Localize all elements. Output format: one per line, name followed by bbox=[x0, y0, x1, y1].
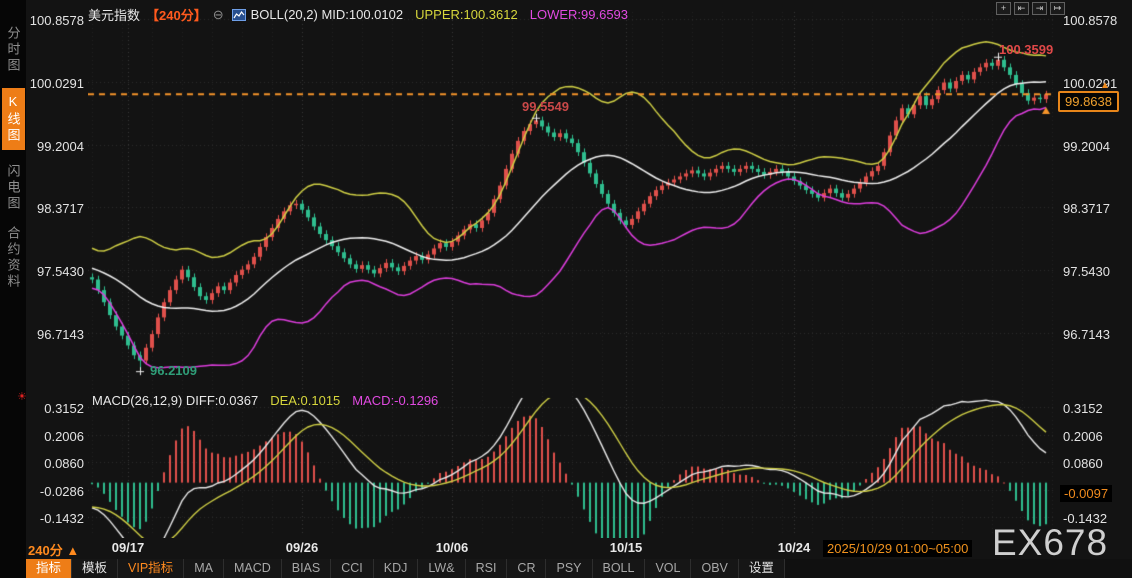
toolbar-item-OBV[interactable]: OBV bbox=[691, 559, 739, 578]
annotation-period-high: 100.3599 bbox=[999, 42, 1054, 57]
period-indicator[interactable]: 240分 ▲ bbox=[28, 540, 79, 559]
trading-chart-app: 分时图 K线图闪电图合约资料 美元指数 【240分】 ⊖ BOLL(20,2) M… bbox=[0, 0, 1132, 578]
line-chart-icon[interactable] bbox=[231, 8, 246, 21]
xaxis-date-label: 10/06 bbox=[435, 540, 469, 555]
last-price-box: 99.8638 bbox=[1058, 91, 1119, 112]
price-axis-label-right: 97.5430 bbox=[1063, 264, 1110, 280]
period-selector[interactable]: 【240分】 bbox=[146, 5, 207, 24]
toolbar-item-VOL[interactable]: VOL bbox=[645, 559, 692, 578]
macd-value-label: MACD:-0.1296 bbox=[352, 393, 439, 408]
pan-right-icon[interactable]: ↦ bbox=[1050, 2, 1065, 15]
sidebar-tab-1[interactable]: 分时图 bbox=[4, 26, 23, 74]
toolbar-item-MACD[interactable]: MACD bbox=[223, 559, 282, 578]
macd-current-box: -0.0097 bbox=[1060, 485, 1113, 502]
xaxis-date-label: 10/24 bbox=[777, 540, 811, 555]
price-axis-label-left: 100.0291 bbox=[29, 75, 84, 91]
indicator-settings-icon[interactable]: ☀ bbox=[17, 390, 27, 403]
price-axis-label-left: 97.5430 bbox=[37, 264, 84, 280]
annotation-period-low: 96.2109 bbox=[150, 363, 197, 378]
symbol-title: 美元指数 bbox=[88, 8, 141, 23]
boll-mid-label: BOLL(20,2) MID:100.0102 bbox=[250, 7, 404, 22]
price-up-arrow-icon: ▲ bbox=[1100, 80, 1110, 91]
macd-axis-label-left: -0.1432 bbox=[39, 511, 84, 526]
price-axis-label-right: 99.2004 bbox=[1063, 138, 1110, 154]
macd-axis-label-right: 0.2006 bbox=[1063, 428, 1103, 444]
scale-right-icon[interactable]: ⇥ bbox=[1032, 2, 1047, 15]
macd-axis-label-left: -0.0286 bbox=[39, 483, 84, 499]
toolbar-item-PSY[interactable]: PSY bbox=[546, 559, 593, 578]
macd-params-label: MACD(26,12,9) DIFF:0.0367 bbox=[92, 393, 259, 408]
scale-left-icon[interactable]: ⇤ bbox=[1014, 2, 1029, 15]
toolbar-item-xx[interactable]: 指标 bbox=[26, 559, 73, 578]
candlestick-chart-canvas[interactable] bbox=[88, 10, 1058, 538]
price-axis-label-right: 100.8578 bbox=[1063, 13, 1118, 28]
watermark: EX678 bbox=[992, 522, 1109, 563]
sidebar-tab-2[interactable]: K线图 bbox=[1, 88, 25, 150]
macd-axis-label-right: 0.0860 bbox=[1063, 456, 1103, 471]
macd-header: MACD(26,12,9) DIFF:0.0367 DEA:0.1015 MAC… bbox=[92, 393, 438, 408]
sidebar-tab-3[interactable]: 闪电图 bbox=[4, 164, 23, 212]
price-axis-label-right: 98.3717 bbox=[1063, 201, 1110, 217]
boll-lower-label: LOWER:99.6593 bbox=[529, 7, 629, 22]
toolbar-item-BOLL[interactable]: BOLL bbox=[592, 559, 646, 578]
xaxis-date-label: 10/15 bbox=[609, 540, 643, 555]
toolbar-item-BIAS[interactable]: BIAS bbox=[281, 559, 332, 578]
period-text: 240分 bbox=[28, 543, 63, 558]
annotation-swing-high: 99.5549 bbox=[522, 99, 569, 114]
macd-axis-label-left: 0.2006 bbox=[44, 428, 84, 444]
macd-axis-label-right: 0.3152 bbox=[1063, 401, 1103, 416]
left-tab-sidebar: 分时图 K线图闪电图合约资料 bbox=[0, 0, 26, 578]
chart-header: 美元指数 【240分】 ⊖ BOLL(20,2) MID:100.0102 UP… bbox=[88, 5, 628, 24]
crosshair-icon[interactable]: + bbox=[996, 2, 1011, 15]
macd-axis-label-left: 0.0860 bbox=[44, 456, 84, 471]
price-axis-label-left: 100.8578 bbox=[29, 13, 84, 28]
price-axis-label-right: 96.7143 bbox=[1063, 327, 1110, 342]
collapse-icon[interactable]: ⊖ bbox=[213, 7, 224, 23]
toolbar-item-CR[interactable]: CR bbox=[507, 559, 547, 578]
time-range-label: 2025/10/29 01:00~05:00 bbox=[823, 540, 973, 557]
chart-tool-icons: + ⇤ ⇥ ↦ bbox=[996, 2, 1065, 15]
up-arrow-icon: ▲ bbox=[66, 543, 80, 558]
price-axis-label-left: 96.7143 bbox=[37, 327, 84, 342]
toolbar-item-xx[interactable]: 模板 bbox=[72, 559, 119, 578]
sidebar-tab-4[interactable]: 合约资料 bbox=[4, 226, 23, 290]
macd-dea-label: DEA:0.1015 bbox=[270, 393, 341, 408]
toolbar-item-LWx[interactable]: LW& bbox=[418, 559, 466, 578]
toolbar-item-MA[interactable]: MA bbox=[184, 559, 224, 578]
toolbar-item-VIPxx[interactable]: VIP指标 bbox=[118, 559, 185, 578]
toolbar-item-RSI[interactable]: RSI bbox=[465, 559, 508, 578]
toolbar-item-CCI[interactable]: CCI bbox=[331, 559, 374, 578]
xaxis-date-label: 09/26 bbox=[285, 540, 319, 555]
bottom-toolbar: 指标 模板 VIP指标 MA MACD BIAS CCI KDJ LW& RSI CR PSY BOLL… bbox=[26, 559, 1132, 578]
price-axis-label-left: 98.3717 bbox=[37, 201, 84, 217]
macd-axis-label-left: 0.3152 bbox=[44, 401, 84, 416]
toolbar-item-xx[interactable]: 设置 bbox=[738, 559, 785, 578]
xaxis-date-label: 09/17 bbox=[111, 540, 145, 555]
price-axis-label-left: 99.2004 bbox=[37, 138, 84, 154]
toolbar-item-KDJ[interactable]: KDJ bbox=[373, 559, 419, 578]
boll-upper-label: UPPER:100.3612 bbox=[415, 7, 518, 22]
